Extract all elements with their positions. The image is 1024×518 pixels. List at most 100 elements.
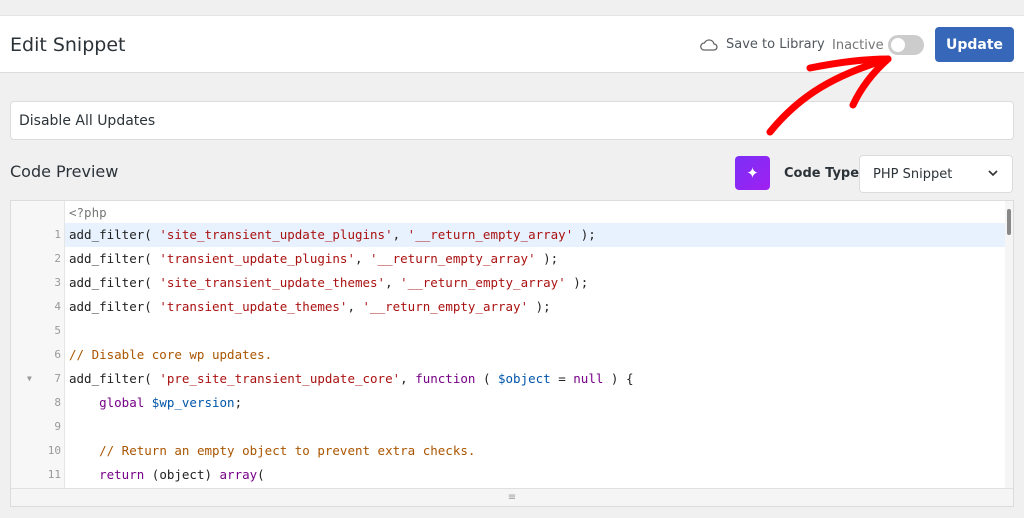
code-token: , xyxy=(392,227,408,242)
code-token: ); xyxy=(565,275,589,290)
code-token: 'pre_site_transient_update_core' xyxy=(159,371,401,386)
code-text: add_filter( 'transient_update_themes', '… xyxy=(65,295,1007,319)
line-number: 9 xyxy=(11,415,65,439)
line-number: 5 xyxy=(11,319,65,343)
code-token: 'site_transient_update_plugins' xyxy=(159,227,393,242)
code-token: ) { xyxy=(603,371,634,386)
editor-resize-handle[interactable]: ≡ xyxy=(11,488,1013,506)
code-text: add_filter( 'site_transient_update_theme… xyxy=(65,271,1007,295)
line-number: 6 xyxy=(11,343,65,367)
code-token: 'transient_update_themes' xyxy=(159,299,348,314)
code-token: 'site_transient_update_themes' xyxy=(159,275,386,290)
code-line: 10 // Return an empty object to prevent … xyxy=(11,439,1007,463)
code-token: function xyxy=(415,371,476,386)
code-line: 5 xyxy=(11,319,1007,343)
code-line: 2 add_filter( 'transient_update_plugins',… xyxy=(11,247,1007,271)
fold-arrow-icon[interactable]: ▼ xyxy=(27,367,32,391)
line-number: 11 xyxy=(11,463,65,487)
line-number-text: 6 xyxy=(54,348,61,361)
code-text: add_filter( 'pre_site_transient_update_c… xyxy=(65,367,1007,391)
line-number: 8 xyxy=(11,391,65,415)
code-line: <?php xyxy=(11,203,1007,223)
editor-scrollbar[interactable] xyxy=(1005,201,1013,489)
update-button[interactable]: Update xyxy=(935,27,1014,62)
code-token: '__return_empty_array' xyxy=(400,275,566,290)
line-number: ▼ 7 xyxy=(11,367,65,391)
line-number: 2 xyxy=(11,247,65,271)
scrollbar-thumb[interactable] xyxy=(1007,209,1011,235)
code-text: // Disable core wp updates. xyxy=(65,343,1007,367)
code-token: , xyxy=(354,251,371,266)
code-text: // Return an empty object to prevent ext… xyxy=(65,439,1007,463)
code-token: // Disable core wp updates. xyxy=(69,347,273,362)
code-token: '__return_empty_array' xyxy=(362,299,529,314)
line-number: 4 xyxy=(11,295,65,319)
code-line: 11 return (object) array( xyxy=(11,463,1007,487)
code-token: global xyxy=(99,395,145,410)
code-token: array xyxy=(219,467,258,482)
code-token: , xyxy=(385,275,401,290)
line-number-text: 8 xyxy=(54,396,61,409)
code-token: , xyxy=(347,299,363,314)
code-line: 1 add_filter( 'site_transient_update_plug… xyxy=(11,223,1007,247)
line-number-text: 4 xyxy=(54,300,61,313)
red-arrow-annotation xyxy=(766,55,892,136)
page-title: Edit Snippet xyxy=(10,34,126,56)
code-type-select[interactable]: PHP Snippet xyxy=(859,155,1013,193)
line-number-text: 7 xyxy=(54,372,61,385)
line-number: 1 xyxy=(11,223,65,247)
code-token: '__return_empty_array' xyxy=(370,251,536,266)
code-token: 'transient_update_plugins' xyxy=(159,251,355,266)
line-number-text: 10 xyxy=(47,444,61,457)
line-number-text: 3 xyxy=(54,276,61,289)
code-token: ); xyxy=(528,299,551,314)
ai-sparkle-button[interactable]: ✦ xyxy=(735,156,770,190)
code-token: = xyxy=(550,371,574,386)
line-number-text: 2 xyxy=(54,252,61,265)
code-token: (object) xyxy=(144,467,220,482)
code-text: return (object) array( xyxy=(65,463,1007,487)
code-line: 9 xyxy=(11,415,1007,439)
code-text: add_filter( 'transient_update_plugins', … xyxy=(65,247,1007,271)
line-number-text: 1 xyxy=(54,228,61,241)
code-text: global $wp_version; xyxy=(65,391,1007,415)
code-line: 6 // Disable core wp updates. xyxy=(11,343,1007,367)
line-number: 3 xyxy=(11,271,65,295)
code-token: ); xyxy=(573,227,596,242)
code-editor[interactable]: <?php 1 add_filter( 'site_transient_updat… xyxy=(10,200,1014,507)
code-token: add_filter( xyxy=(69,371,160,386)
code-token: ( xyxy=(257,467,265,482)
code-token: return xyxy=(99,467,145,482)
line-number-text: 5 xyxy=(54,324,61,337)
code-token: add_filter( xyxy=(69,227,160,242)
line-number-text: 11 xyxy=(47,468,61,481)
top-strip xyxy=(0,0,1024,15)
cloud-icon xyxy=(700,38,718,51)
code-text: add_filter( 'site_transient_update_plugi… xyxy=(65,223,1007,247)
code-type-value: PHP Snippet xyxy=(873,167,953,182)
code-token: , xyxy=(400,371,416,386)
code-token: $object xyxy=(498,371,551,386)
line-number-text: 9 xyxy=(54,420,61,433)
code-lines: <?php 1 add_filter( 'site_transient_updat… xyxy=(11,203,1007,487)
code-token: add_filter( xyxy=(69,275,160,290)
code-token: ); xyxy=(535,251,559,266)
code-token: '__return_empty_array' xyxy=(407,227,574,242)
code-token: add_filter( xyxy=(69,251,160,266)
code-preview-heading: Code Preview xyxy=(10,162,119,181)
code-line: 4 add_filter( 'transient_update_themes', … xyxy=(11,295,1007,319)
code-line: ▼ 7 add_filter( 'pre_site_transient_update… xyxy=(11,367,1007,391)
code-line: 3 add_filter( 'site_transient_update_them… xyxy=(11,271,1007,295)
code-token: add_filter( xyxy=(69,299,160,314)
code-line: 8 global $wp_version; xyxy=(11,391,1007,415)
code-token: ; xyxy=(234,395,243,410)
php-open-tag: <?php xyxy=(69,205,107,220)
chevron-down-icon xyxy=(988,170,998,177)
code-token: $wp_version xyxy=(151,395,235,410)
code-token: null xyxy=(573,371,604,386)
